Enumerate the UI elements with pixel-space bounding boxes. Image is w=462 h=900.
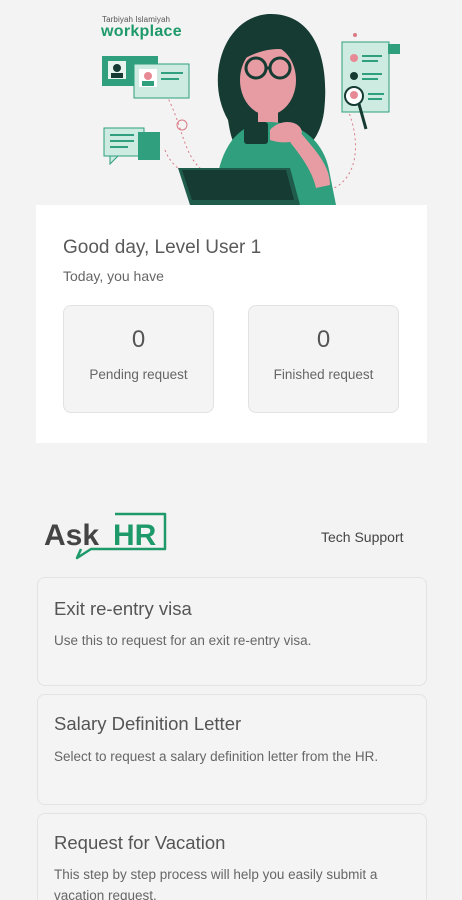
finished-label: Finished request bbox=[273, 367, 374, 382]
request-title: Request for Vacation bbox=[54, 832, 226, 853]
request-description: Select to request a salary definition le… bbox=[54, 749, 379, 764]
hero-illustration: Tarbiyah Islamiyah workplace bbox=[0, 0, 462, 205]
finished-count: 0 bbox=[316, 326, 331, 353]
askhr-logo: Ask HR bbox=[43, 511, 169, 566]
pending-count: 0 bbox=[131, 326, 146, 353]
askhr-logo-ask: Ask bbox=[44, 519, 99, 552]
request-card-salary-definition-letter[interactable]: Salary Definition Letter Select to reque… bbox=[37, 694, 427, 805]
askhr-logo-mark: Ask HR bbox=[44, 512, 167, 560]
workspace-illustration bbox=[102, 13, 400, 205]
pending-label: Pending request bbox=[89, 367, 188, 382]
request-title: Exit re-entry visa bbox=[54, 598, 192, 619]
finished-request-box[interactable]: 0 Finished request bbox=[248, 305, 399, 413]
request-description: This step by step process will help you … bbox=[54, 867, 378, 900]
today-subtitle: Today, you have bbox=[63, 268, 164, 284]
request-title: Salary Definition Letter bbox=[54, 713, 242, 734]
greeting-text: Good day, Level User 1 bbox=[63, 237, 262, 258]
askhr-logo-hr: HR bbox=[113, 519, 157, 552]
request-card-exit-reentry-visa[interactable]: Exit re-entry visa Use this to request f… bbox=[37, 577, 427, 686]
brand-logo-text: workplace bbox=[101, 23, 182, 40]
tech-support-link[interactable]: Tech Support bbox=[321, 529, 404, 545]
request-description: Use this to request for an exit re-entry… bbox=[54, 633, 312, 648]
summary-card: Good day, Level User 1 Today, you have 0… bbox=[36, 205, 427, 443]
pending-request-box[interactable]: 0 Pending request bbox=[63, 305, 214, 413]
request-card-vacation[interactable]: Request for Vacation This step by step p… bbox=[37, 813, 427, 900]
